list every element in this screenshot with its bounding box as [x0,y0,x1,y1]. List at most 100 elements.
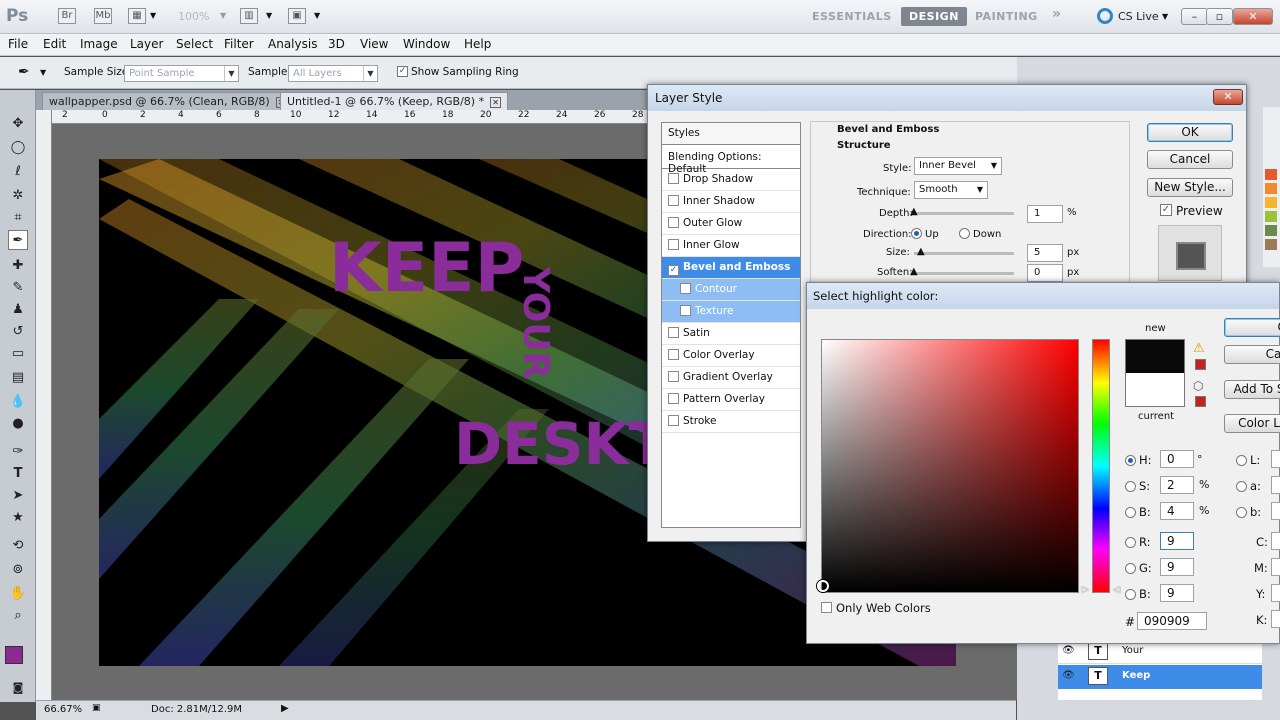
eyedropper-tool-icon[interactable]: ✒ [8,230,28,250]
lab-b-field[interactable] [1271,502,1280,520]
workspace-essentials[interactable]: ESSENTIALS [812,10,892,23]
healing-brush-icon[interactable]: ✚ [8,256,28,276]
tab-wallpapper[interactable]: wallpapper.psd @ 66.7% (Clean, RGB/8)✕ [42,92,294,110]
style-stroke[interactable]: Stroke [662,411,800,433]
screen-mode-icon[interactable]: ▣ [288,8,306,24]
dodge-tool-icon[interactable]: ● [8,414,28,434]
depth-slider[interactable] [914,212,1014,215]
checkbox[interactable] [668,217,679,228]
chevron-down-icon[interactable]: ▼ [150,11,156,20]
checkbox[interactable] [668,327,679,338]
web-cube-icon[interactable]: ⬡ [1193,379,1203,393]
checkbox[interactable] [668,393,679,404]
3d-orbit-icon[interactable]: ⊚ [8,560,28,580]
r-field[interactable]: 9 [1160,532,1194,550]
close-window-button[interactable]: ✕ [1233,8,1273,25]
sample-select[interactable]: All Layers ▼ [288,65,378,82]
soften-field[interactable]: 0 [1027,264,1063,282]
quick-mask-icon[interactable]: ◙ [8,678,28,698]
zoom-level[interactable]: 66.67% [44,704,82,715]
color-libraries-button[interactable]: Color L [1224,414,1280,433]
brush-tool-icon[interactable]: ✎ [8,278,28,298]
add-to-swatches-button[interactable]: Add To S [1224,380,1280,399]
hue-slider-left-arrow-icon[interactable]: ▷ [1082,585,1089,595]
gradient-tool-icon[interactable]: ▤ [8,368,28,388]
maximize-button[interactable]: ▫ [1206,8,1233,25]
only-web-colors-checkbox[interactable] [821,602,832,613]
style-outer-glow[interactable]: Outer Glow [662,213,800,235]
checkbox[interactable] [680,305,691,316]
minimize-button[interactable]: – [1181,8,1208,25]
y-field[interactable] [1271,584,1280,602]
r-radio[interactable]: R: [1125,535,1151,549]
3d-rotate-icon[interactable]: ⟲ [8,536,28,556]
b-radio[interactable]: B: [1125,505,1151,519]
blur-tool-icon[interactable]: 💧 [8,392,28,412]
menu-edit[interactable]: Edit [43,37,66,51]
menu-window[interactable]: Window [403,37,450,51]
size-field[interactable]: 5 [1027,244,1063,262]
chevron-down-icon[interactable]: ▼ [220,11,226,20]
s-radio[interactable]: S: [1125,479,1150,493]
chevron-down-icon[interactable]: ▼ [40,68,46,77]
workspace-design[interactable]: DESIGN [901,7,967,26]
marquee-tool-icon[interactable]: ◯ [8,138,28,158]
foreground-color-swatch[interactable] [5,646,23,664]
checkbox[interactable] [668,173,679,184]
arrange-documents-icon[interactable]: ▥ [240,8,258,24]
layer-row-selected[interactable]: 👁 T Keep [1058,665,1262,689]
swatch[interactable] [1265,197,1277,208]
style-texture[interactable]: Texture [662,301,800,323]
preview-checkbox[interactable]: ✓ [1160,204,1172,216]
m-field[interactable] [1271,558,1280,576]
style-satin[interactable]: Satin [662,323,800,345]
menu-3d[interactable]: 3D [328,37,345,51]
depth-field[interactable]: 1 [1027,205,1063,223]
radio-off[interactable] [1125,481,1136,492]
menu-layer[interactable]: Layer [130,37,163,51]
swatch[interactable] [1265,169,1277,180]
styles-header[interactable]: Styles [662,123,800,145]
hue-slider-right-arrow-icon[interactable]: ◁ [1113,585,1120,595]
checkbox[interactable] [668,349,679,360]
layer-name[interactable]: Keep [1122,670,1150,681]
bevel-style-select[interactable]: Inner Bevel ▼ [914,157,1002,175]
h-radio[interactable]: H: [1125,453,1152,467]
style-drop-shadow[interactable]: Drop Shadow [662,169,800,191]
l-radio[interactable]: L: [1236,453,1260,467]
gamut-swatch[interactable] [1195,359,1206,370]
direction-down-radio[interactable]: Down [959,228,1001,240]
checkbox[interactable] [668,371,679,382]
b-field[interactable]: 4 [1160,502,1194,520]
new-style-button[interactable]: New Style... [1147,178,1233,197]
move-tool-icon[interactable]: ✥ [8,114,28,134]
a-radio[interactable]: a: [1236,479,1261,493]
cancel-button[interactable]: Cancel [1147,150,1233,169]
checkbox[interactable] [668,195,679,206]
a-field[interactable] [1271,476,1280,494]
status-menu-arrow-icon[interactable]: ▶ [281,703,289,714]
checkbox[interactable] [680,283,691,294]
type-tool-icon[interactable]: T [8,464,28,484]
clone-stamp-icon[interactable]: ♟ [8,300,28,320]
direction-up-radio[interactable]: Up [911,228,939,240]
g-field[interactable]: 9 [1160,558,1194,576]
menu-view[interactable]: View [360,37,388,51]
menu-filter[interactable]: Filter [224,37,254,51]
eye-icon[interactable]: 👁 [1062,670,1075,681]
blending-options[interactable]: Blending Options: Default [662,147,800,175]
radio-off[interactable] [1125,563,1136,574]
workspace-painting[interactable]: PAINTING [975,10,1038,23]
cslive-menu[interactable]: CS Live [1118,10,1159,23]
sampling-ring-checkbox[interactable]: ✓ [397,66,408,77]
soften-slider[interactable] [914,272,1014,275]
eraser-tool-icon[interactable]: ▭ [8,344,28,364]
swatch[interactable] [1265,225,1277,236]
menu-help[interactable]: Help [464,37,491,51]
radio-off[interactable] [1125,589,1136,600]
eyedropper-icon[interactable]: ✒ [18,64,30,80]
layer-name[interactable]: Your [1122,645,1143,656]
path-selection-icon[interactable]: ➤ [8,486,28,506]
history-brush-icon[interactable]: ↺ [8,322,28,342]
hand-tool-icon[interactable]: ✋ [8,584,28,604]
